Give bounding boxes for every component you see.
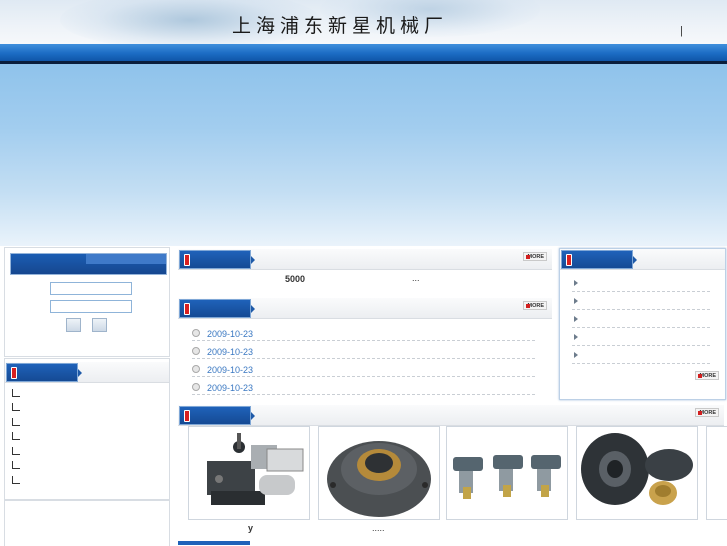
flag-icon (184, 303, 190, 315)
next-section-tab[interactable] (178, 541, 250, 545)
news-date: 2009-10-23 (207, 383, 254, 393)
triangle-arrow-icon (574, 298, 578, 304)
password-input[interactable] (50, 300, 132, 313)
right-panel-header (560, 249, 725, 270)
news-item[interactable]: 2009-10-23 (192, 378, 535, 395)
login-panel-header (10, 253, 167, 275)
category-item[interactable] (8, 430, 158, 442)
circle-bullet-icon (192, 382, 200, 391)
product-photo-bolts (453, 455, 561, 499)
right-tab[interactable] (561, 250, 637, 269)
tree-branch-icon (12, 418, 20, 426)
intro-panel: MORE 5000 ... (178, 249, 552, 291)
flag-icon (11, 367, 17, 379)
login-panel (4, 247, 170, 357)
circle-bullet-icon (192, 328, 200, 337)
right-more-button[interactable]: MORE (695, 371, 719, 380)
circle-bullet-icon (192, 364, 200, 373)
news-date: 2009-10-23 (207, 329, 254, 339)
triangle-arrow-icon (574, 280, 578, 286)
category-item[interactable] (8, 387, 158, 399)
site-title: 上海浦东新星机械厂 (232, 15, 449, 37)
triangle-arrow-icon (574, 334, 578, 340)
triangle-arrow-icon (574, 316, 578, 322)
right-panel: MORE (559, 248, 726, 400)
right-list-item[interactable] (572, 277, 710, 292)
right-list-item[interactable] (572, 331, 710, 346)
right-list-item[interactable] (572, 295, 710, 310)
nav-bar[interactable] (0, 44, 727, 61)
tree-branch-icon (12, 476, 20, 484)
news-more-button[interactable]: MORE (523, 301, 547, 310)
products-tab[interactable] (179, 406, 255, 425)
category-item[interactable] (8, 474, 158, 486)
login-button[interactable] (66, 318, 81, 332)
category-item[interactable] (8, 401, 158, 413)
category-tab[interactable] (6, 363, 82, 382)
flag-icon (566, 254, 572, 266)
product-thumbnail[interactable] (576, 426, 698, 520)
banner-image (0, 64, 727, 246)
username-input[interactable] (50, 282, 132, 295)
news-item[interactable]: 2009-10-23 (192, 342, 535, 359)
circle-bullet-icon (192, 346, 200, 355)
flag-icon (184, 254, 190, 266)
right-list-item[interactable] (572, 349, 710, 364)
right-list-item[interactable] (572, 313, 710, 328)
product-thumbnail[interactable] (706, 426, 727, 520)
tree-branch-icon (12, 447, 20, 455)
news-tab[interactable] (179, 299, 255, 318)
flag-icon (184, 410, 190, 422)
tree-branch-icon (12, 461, 20, 469)
news-date: 2009-10-23 (207, 347, 254, 357)
category-item[interactable] (8, 445, 158, 457)
product-thumbnail[interactable] (318, 426, 440, 520)
news-item[interactable]: 2009-10-23 (192, 324, 535, 341)
tree-branch-icon (12, 389, 20, 397)
news-date: 2009-10-23 (207, 365, 254, 375)
category-panel-header (5, 362, 169, 383)
intro-text-right: ... (412, 273, 420, 283)
left-panel-footer (4, 500, 170, 546)
product-caption[interactable]: y (248, 523, 253, 533)
product-caption[interactable]: ..... (372, 523, 385, 533)
category-item[interactable] (8, 459, 158, 471)
intro-more-button[interactable]: MORE (523, 252, 547, 261)
tree-branch-icon (12, 432, 20, 440)
product-photo-flange (327, 441, 431, 517)
intro-tab[interactable] (179, 250, 255, 269)
product-photo-chuck-parts (581, 433, 693, 505)
products-more-button[interactable]: MORE (695, 408, 719, 417)
tree-branch-icon (12, 403, 20, 411)
intro-text-left: 5000 (285, 274, 306, 284)
products-panel-header: MORE (178, 405, 724, 426)
news-item[interactable]: 2009-10-23 (192, 360, 535, 377)
product-photo-tool-post (207, 433, 304, 505)
register-button[interactable] (92, 318, 107, 332)
intro-panel-header: MORE (178, 249, 552, 270)
news-panel-header: MORE (178, 298, 552, 319)
header-separator: | (680, 25, 683, 37)
product-thumbnail[interactable] (188, 426, 310, 520)
category-item[interactable] (8, 416, 158, 428)
product-thumbnail[interactable] (446, 426, 568, 520)
triangle-arrow-icon (574, 352, 578, 358)
